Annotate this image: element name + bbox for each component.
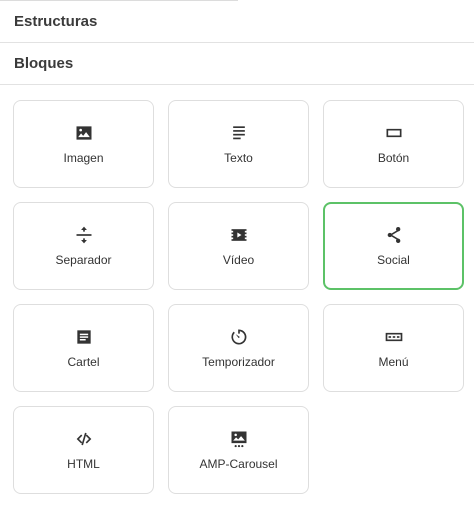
separator-icon (74, 225, 94, 245)
block-boton[interactable]: Botón (323, 100, 464, 188)
section-title-estructuras: Estructuras (14, 13, 98, 30)
section-header-estructuras[interactable]: Estructuras (0, 1, 474, 43)
block-label: Cartel (67, 355, 100, 369)
block-imagen[interactable]: Imagen (13, 100, 154, 188)
block-video[interactable]: Vídeo (168, 202, 309, 290)
block-label: HTML (67, 457, 100, 471)
block-label: Temporizador (202, 355, 275, 369)
section-title-bloques: Bloques (14, 55, 74, 72)
block-label: Botón (377, 151, 410, 165)
block-temporizador[interactable]: Temporizador (168, 304, 309, 392)
video-icon (229, 225, 249, 245)
block-cartel[interactable]: Cartel (13, 304, 154, 392)
blocks-panel: Estructuras Bloques Imagen Texto Botón S… (0, 0, 474, 508)
section-header-bloques[interactable]: Bloques (0, 43, 474, 85)
block-amp-carousel[interactable]: AMP-Carousel (168, 406, 309, 494)
block-label: Menú (378, 355, 409, 369)
block-label: Imagen (63, 151, 104, 165)
block-html[interactable]: HTML (13, 406, 154, 494)
image-icon (74, 123, 94, 143)
code-icon (74, 429, 94, 449)
banner-icon (74, 327, 94, 347)
block-social[interactable]: Social (323, 202, 464, 290)
block-label: Social (377, 253, 410, 267)
text-icon (229, 123, 249, 143)
block-menu[interactable]: Menú (323, 304, 464, 392)
block-label: Separador (55, 253, 112, 267)
block-label: AMP-Carousel (199, 457, 278, 471)
block-separador[interactable]: Separador (13, 202, 154, 290)
share-icon (384, 225, 404, 245)
timer-icon (229, 327, 249, 347)
block-label: Vídeo (222, 253, 255, 267)
menu-icon (384, 327, 404, 347)
block-texto[interactable]: Texto (168, 100, 309, 188)
blocks-grid: Imagen Texto Botón Separador Vídeo Socia… (13, 100, 464, 494)
block-label: Texto (224, 151, 253, 165)
carousel-icon (229, 429, 249, 449)
button-icon (384, 123, 404, 143)
